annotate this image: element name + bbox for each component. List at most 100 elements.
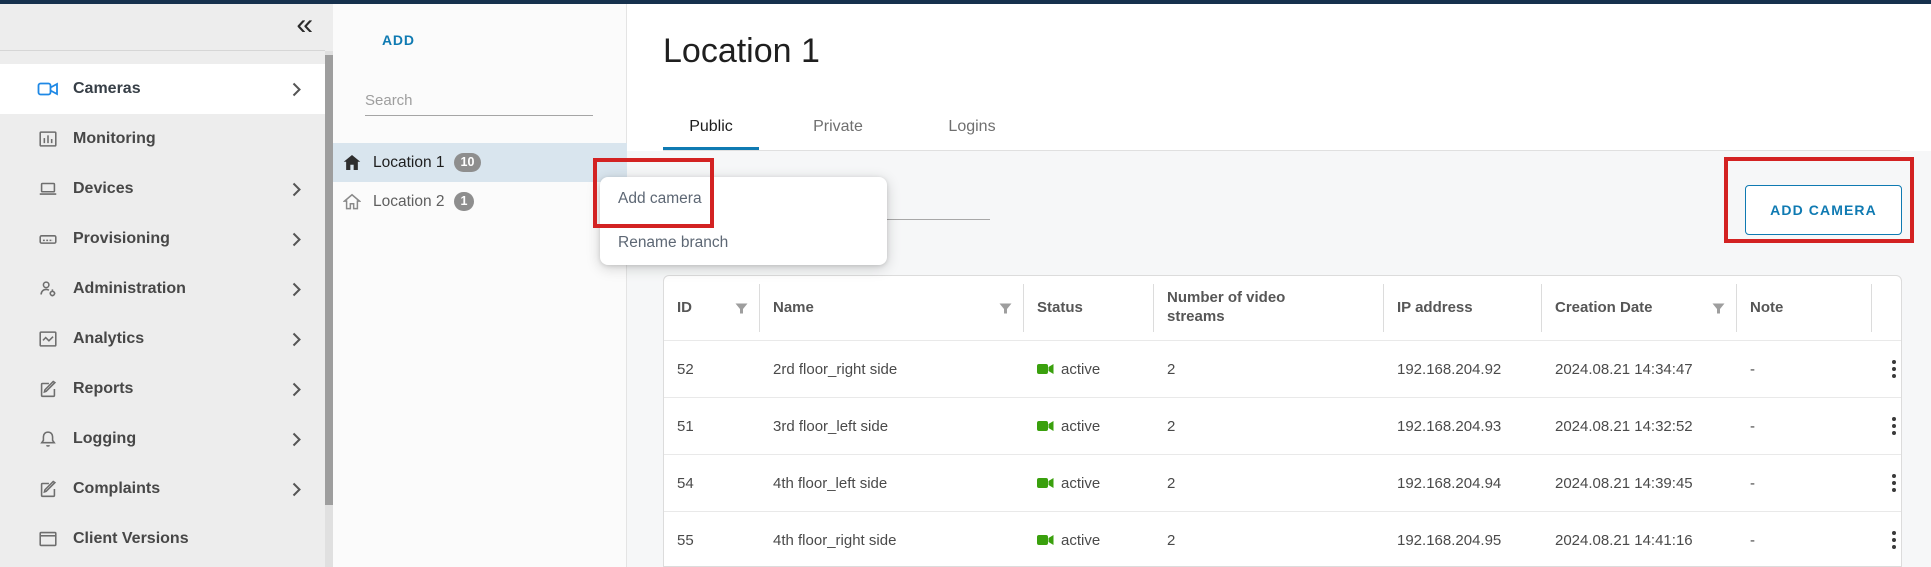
sidebar-item-label: Logging <box>73 430 136 448</box>
column-header-name[interactable]: Name <box>760 276 1024 340</box>
chevron-right-icon <box>292 432 301 447</box>
sidebar-item-label: Reports <box>73 380 133 398</box>
home-icon <box>343 154 361 171</box>
chevron-right-icon <box>292 282 301 297</box>
cell-status: active <box>1024 418 1154 435</box>
cell-name: 3rd floor_left side <box>760 418 1024 435</box>
chevron-right-icon <box>292 232 301 247</box>
table-row[interactable]: 52 2rd floor_right side active 2 192.168… <box>664 340 1901 397</box>
column-header-creation-date[interactable]: Creation Date <box>1542 276 1737 340</box>
sidebar-item-monitoring[interactable]: Monitoring <box>0 114 325 164</box>
tree-item-label: Location 2 <box>373 193 445 211</box>
sidebar-item-client-versions[interactable]: Client Versions <box>0 514 325 564</box>
table-row[interactable]: 54 4th floor_left side active 2 192.168.… <box>664 454 1901 511</box>
filter-icon[interactable] <box>999 303 1012 314</box>
menu-item-rename-branch[interactable]: Rename branch <box>600 221 887 265</box>
tree-search-input[interactable] <box>365 86 593 116</box>
cell-status: active <box>1024 361 1154 378</box>
sidebar-item-logging[interactable]: Logging <box>0 414 325 464</box>
cell-name: 4th floor_right side <box>760 532 1024 549</box>
cell-actions <box>1872 360 1901 378</box>
cell-ip: 192.168.204.93 <box>1384 418 1542 435</box>
locations-panel: ADD Location 1 10 Location 2 1 <box>333 4 627 567</box>
page-title: Location 1 <box>663 32 820 71</box>
window-icon <box>36 527 60 551</box>
tab-public[interactable]: Public <box>663 104 759 150</box>
column-header-id[interactable]: ID <box>664 276 760 340</box>
sidebar-item-label: Cameras <box>73 80 141 98</box>
camera-active-icon <box>1037 363 1054 375</box>
home-icon <box>343 193 361 210</box>
table-row[interactable]: 51 3rd floor_left side active 2 192.168.… <box>664 397 1901 454</box>
tab-private[interactable]: Private <box>783 104 893 150</box>
cameras-table: ID Name Status Number of video streams I <box>663 275 1902 567</box>
row-menu-icon[interactable] <box>1892 360 1896 378</box>
cell-ip: 192.168.204.95 <box>1384 532 1542 549</box>
sidebar-scrollbar-thumb[interactable] <box>325 55 333 505</box>
sidebar-item-analytics[interactable]: Analytics <box>0 314 325 364</box>
cell-ip: 192.168.204.92 <box>1384 361 1542 378</box>
sidebar-item-administration[interactable]: Administration <box>0 264 325 314</box>
sidebar-divider <box>0 50 325 51</box>
sidebar-item-label: Complaints <box>73 480 160 498</box>
status-label: active <box>1061 475 1100 492</box>
chevron-right-icon <box>292 482 301 497</box>
column-header-note[interactable]: Note <box>1737 276 1872 340</box>
cell-streams: 2 <box>1154 418 1384 435</box>
provisioning-icon <box>36 227 60 251</box>
column-header-status[interactable]: Status <box>1024 276 1154 340</box>
cell-creation-date: 2024.08.21 14:41:16 <box>1542 532 1737 549</box>
cell-actions <box>1872 417 1901 435</box>
add-branch-link[interactable]: ADD <box>382 32 415 48</box>
sidebar-item-label: Administration <box>73 280 186 298</box>
devices-icon <box>36 177 60 201</box>
row-menu-icon[interactable] <box>1892 417 1896 435</box>
cell-creation-date: 2024.08.21 14:39:45 <box>1542 475 1737 492</box>
sidebar-item-cameras[interactable]: Cameras <box>0 64 325 114</box>
tree-item-location-1[interactable]: Location 1 10 <box>333 143 627 182</box>
sidebar-item-provisioning[interactable]: Provisioning <box>0 214 325 264</box>
camera-active-icon <box>1037 534 1054 546</box>
column-header-ip[interactable]: IP address <box>1384 276 1542 340</box>
cell-id: 52 <box>664 361 760 378</box>
menu-item-add-camera[interactable]: Add camera <box>600 177 887 221</box>
sidebar-nav: Cameras Monitoring Devices <box>0 64 325 564</box>
sidebar-item-reports[interactable]: Reports <box>0 364 325 414</box>
active-tab-indicator <box>663 147 759 150</box>
filter-icon[interactable] <box>1712 303 1725 314</box>
sidebar-collapse-icon[interactable]: « <box>296 10 313 40</box>
cell-streams: 2 <box>1154 475 1384 492</box>
branch-context-menu: Add camera Rename branch <box>600 177 887 265</box>
cell-actions <box>1872 474 1901 492</box>
sidebar-item-label: Analytics <box>73 330 144 348</box>
bell-icon <box>36 427 60 451</box>
administration-icon <box>36 277 60 301</box>
add-camera-button[interactable]: ADD CAMERA <box>1745 185 1902 235</box>
app-window: « Cameras Monitoring <box>0 0 1931 567</box>
column-header-actions <box>1872 276 1901 340</box>
tree-item-label: Location 1 <box>373 154 445 172</box>
sidebar-item-devices[interactable]: Devices <box>0 164 325 214</box>
tab-bar-divider <box>663 150 1900 151</box>
camera-count-badge: 10 <box>454 153 482 173</box>
tab-logins[interactable]: Logins <box>917 104 1027 150</box>
main-content: Location 1 Public Private Logins ADD CAM… <box>627 4 1931 567</box>
sidebar-item-complaints[interactable]: Complaints <box>0 464 325 514</box>
cell-id: 51 <box>664 418 760 435</box>
sidebar: « Cameras Monitoring <box>0 4 333 567</box>
table-row[interactable]: 55 4th floor_right side active 2 192.168… <box>664 511 1901 567</box>
tree-search <box>365 86 593 116</box>
row-menu-icon[interactable] <box>1892 474 1896 492</box>
tree-item-location-2[interactable]: Location 2 1 <box>333 182 627 221</box>
column-header-streams[interactable]: Number of video streams <box>1154 276 1384 340</box>
monitoring-icon <box>36 127 60 151</box>
sidebar-item-label: Devices <box>73 180 134 198</box>
sidebar-item-label: Provisioning <box>73 230 170 248</box>
camera-active-icon <box>1037 477 1054 489</box>
row-menu-icon[interactable] <box>1892 531 1896 549</box>
complaints-icon <box>36 477 60 501</box>
cell-streams: 2 <box>1154 532 1384 549</box>
filter-icon[interactable] <box>735 303 748 314</box>
status-label: active <box>1061 532 1100 549</box>
cell-creation-date: 2024.08.21 14:32:52 <box>1542 418 1737 435</box>
